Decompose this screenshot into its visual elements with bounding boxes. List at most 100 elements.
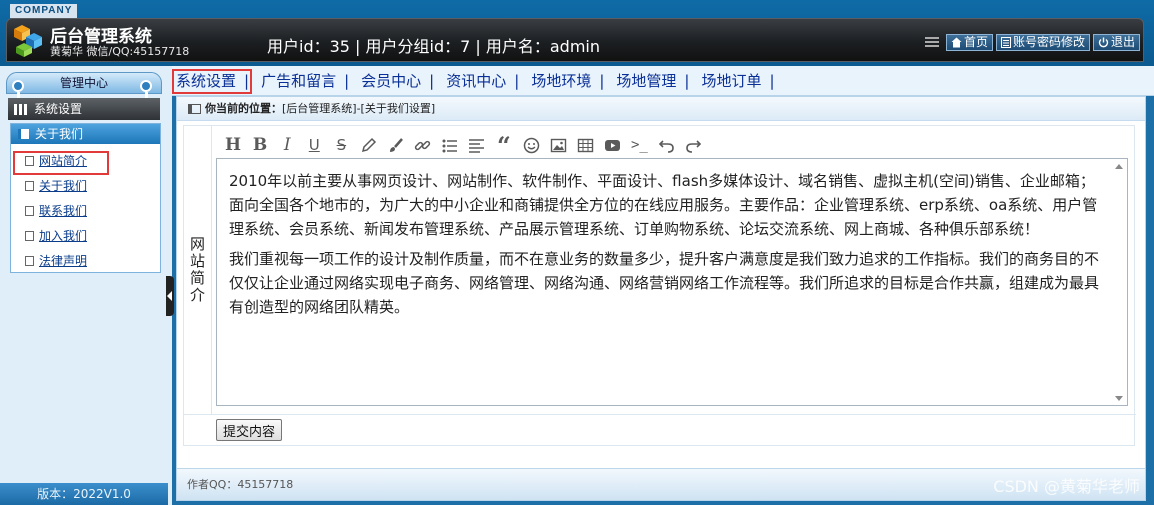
link-icon[interactable] — [410, 132, 436, 158]
field-label: 网站简介 — [188, 236, 206, 304]
company-badge: COMPANY — [10, 4, 78, 18]
menu-item-ads[interactable]: 广告和留言 | — [261, 66, 361, 96]
menu-item-venue-mgmt[interactable]: 场地管理 | — [616, 66, 701, 96]
menu-separator: | — [429, 72, 435, 90]
home-button[interactable]: 首页 — [945, 34, 993, 51]
panel-icon — [18, 129, 29, 139]
change-password-button[interactable]: 账号密码修改 — [995, 34, 1090, 51]
sidebar-collapse-toggle[interactable] — [166, 276, 174, 316]
document-icon — [25, 231, 34, 241]
pencil-icon[interactable] — [355, 132, 381, 158]
breadcrumb-path: [后台管理系统]-[关于我们设置] — [282, 102, 436, 115]
redo-icon[interactable] — [681, 132, 707, 158]
menu-item-label[interactable]: 广告和留言 — [261, 72, 336, 90]
strikethrough-icon[interactable]: S — [328, 132, 354, 158]
cube-logo-icon — [14, 25, 42, 57]
change-password-label: 账号密码修改 — [1012, 35, 1085, 49]
submit-row: 提交内容 — [184, 414, 1136, 446]
sidebar-item-label[interactable]: 关于我们 — [39, 179, 87, 193]
field-label-cell: 网站简介 — [184, 126, 212, 414]
underline-icon[interactable]: U — [301, 132, 327, 158]
quote-icon[interactable]: “ — [491, 131, 517, 160]
editor-toolbar: H B I U S “ >_ — [220, 130, 708, 160]
highlight-box — [172, 69, 252, 94]
menu-separator: | — [769, 72, 775, 90]
table-icon[interactable] — [572, 132, 598, 158]
menu-item-venue-env[interactable]: 场地环境 | — [531, 66, 616, 96]
menu-grid-icon[interactable] — [924, 36, 939, 49]
image-icon[interactable] — [545, 132, 571, 158]
menu-item-news[interactable]: 资讯中心 | — [446, 66, 531, 96]
heading-icon[interactable]: H — [220, 132, 246, 158]
logout-button[interactable]: 退出 — [1092, 34, 1140, 51]
sidebar-item-join-us[interactable]: 加入我们 — [11, 225, 160, 250]
main-content: 你当前的位置：[后台管理系统]-[关于我们设置] 网站简介 H B I U S … — [176, 96, 1146, 501]
sidebar-group-about: 关于我们 网站简介 关于我们 联系我们 加入我们 法律声明 — [10, 123, 161, 273]
scroll-down-icon[interactable] — [1115, 396, 1123, 401]
video-icon[interactable] — [599, 132, 625, 158]
sidebar: 管理中心 系统设置 关于我们 网站简介 关于我们 联系我们 加入我们 法律声明 … — [0, 66, 172, 505]
menu-item-label[interactable]: 资讯中心 — [446, 72, 506, 90]
menu-item-members[interactable]: 会员中心 | — [361, 66, 446, 96]
header-bar: COMPANY 后台管理系统 黄菊华 微信/QQ:45157718 用户id：3… — [0, 0, 1154, 66]
list-icon — [1000, 37, 1011, 48]
sidebar-item-label[interactable]: 法律声明 — [39, 254, 87, 268]
breadcrumb: 你当前的位置：[后台管理系统]-[关于我们设置] — [177, 97, 1145, 121]
editor-paragraph: 我们重视每一项工作的设计及制作质量，而不在意业务的数量多少，提升客户满意度是我们… — [229, 250, 1100, 316]
home-icon — [951, 37, 962, 48]
sidebar-item-site-intro[interactable]: 网站简介 — [11, 150, 160, 175]
bold-icon[interactable]: B — [247, 132, 273, 158]
sidebar-item-legal[interactable]: 法律声明 — [11, 250, 160, 275]
code-icon[interactable]: >_ — [626, 132, 652, 158]
sidebar-item-label[interactable]: 加入我们 — [39, 229, 87, 243]
author-info: 作者QQ：45157718 — [187, 478, 294, 491]
panel-icon — [188, 104, 201, 114]
menu-item-label[interactable]: 会员中心 — [361, 72, 421, 90]
menu-item-label[interactable]: 场地订单 — [701, 72, 761, 90]
menu-item-system-settings[interactable]: 系统设置 | — [172, 66, 261, 96]
menu-item-label[interactable]: 场地管理 — [616, 72, 676, 90]
document-icon — [25, 256, 34, 266]
list-ul-icon[interactable] — [437, 132, 463, 158]
sidebar-item-list: 网站简介 关于我们 联系我们 加入我们 法律声明 — [11, 144, 160, 275]
header-buttons: 首页 账号密码修改 退出 — [924, 34, 1140, 51]
sidebar-group-title: 关于我们 — [35, 127, 84, 141]
editor-scrollbar[interactable] — [1112, 160, 1126, 404]
sidebar-section-system[interactable]: 系统设置 — [8, 98, 160, 120]
document-icon — [25, 156, 34, 166]
logout-label: 退出 — [1110, 35, 1135, 49]
version-label: 版本：2022V1.0 — [0, 483, 168, 505]
breadcrumb-prefix: 你当前的位置： — [205, 102, 282, 115]
menu-separator: | — [599, 72, 605, 90]
document-icon — [25, 206, 34, 216]
undo-icon[interactable] — [654, 132, 680, 158]
align-left-icon[interactable] — [464, 132, 490, 158]
submit-button[interactable]: 提交内容 — [216, 419, 283, 441]
sidebar-item-about-us[interactable]: 关于我们 — [11, 175, 160, 200]
scroll-up-icon[interactable] — [1115, 164, 1123, 169]
smile-icon[interactable] — [518, 132, 544, 158]
top-menu: 系统设置 | 广告和留言 | 会员中心 | 资讯中心 | 场地环境 | 场地管理 | 场地订… — [172, 66, 1154, 96]
sidebar-heading: 管理中心 — [6, 72, 162, 94]
menu-item-venue-orders[interactable]: 场地订单 | — [701, 66, 786, 96]
sidebar-item-contact-us[interactable]: 联系我们 — [11, 200, 160, 225]
menu-separator: | — [684, 72, 690, 90]
grid-icon — [14, 104, 28, 115]
menu-separator: | — [514, 72, 520, 90]
home-button-label: 首页 — [963, 35, 988, 49]
menu-item-label[interactable]: 场地环境 — [531, 72, 591, 90]
app-subtitle: 黄菊华 微信/QQ:45157718 — [50, 45, 190, 58]
sidebar-group-header[interactable]: 关于我们 — [11, 124, 160, 144]
watermark: CSDN @黄菊华老师 — [993, 477, 1140, 496]
italic-icon[interactable]: I — [274, 132, 300, 158]
edit-form: 网站简介 H B I U S “ >_ 2010年以前主要从事网页设计、网站制作… — [183, 125, 1136, 446]
menu-separator: | — [344, 72, 350, 90]
editor-paragraph: 2010年以前主要从事网页设计、网站制作、软件制作、平面设计、flash多媒体设… — [229, 172, 1098, 238]
user-info: 用户id：35 | 用户分组id：7 | 用户名：admin — [267, 37, 601, 56]
document-icon — [25, 181, 34, 191]
sidebar-section-label: 系统设置 — [34, 102, 83, 116]
power-icon — [1098, 37, 1109, 48]
rich-text-editor[interactable]: 2010年以前主要从事网页设计、网站制作、软件制作、平面设计、flash多媒体设… — [216, 158, 1128, 406]
sidebar-item-label[interactable]: 联系我们 — [39, 204, 87, 218]
brush-icon[interactable] — [383, 132, 409, 158]
